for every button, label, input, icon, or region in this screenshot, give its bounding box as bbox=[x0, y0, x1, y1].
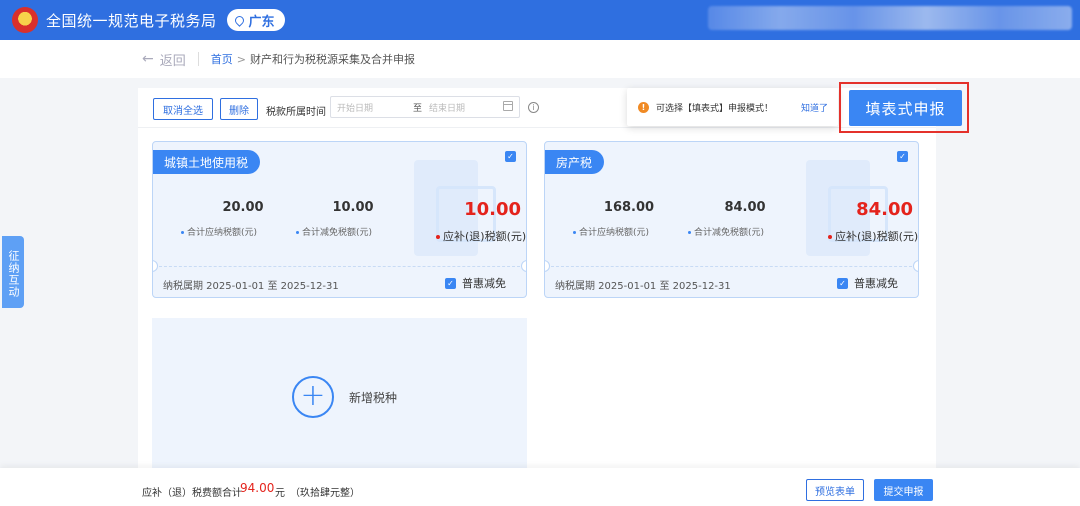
side-interaction-tab[interactable]: 征纳互动 bbox=[2, 236, 24, 308]
blurred-user-info bbox=[708, 6, 1072, 30]
breadcrumb-divider bbox=[197, 52, 199, 66]
relief-checkbox-label: 普惠减免 bbox=[854, 277, 898, 290]
relief-checkbox-label: 普惠减免 bbox=[462, 277, 506, 290]
relief-value: 84.00 bbox=[724, 200, 766, 215]
info-icon[interactable]: i bbox=[528, 102, 539, 113]
footer-bar: 应补（退）税费额合计 94.00 元 （玖拾肆元整） 预览表单 提交申报 bbox=[0, 468, 1080, 506]
site-title: 全国统一规范电子税务局 bbox=[46, 11, 217, 30]
region-selector[interactable]: 广东 bbox=[226, 9, 285, 31]
tax-name-tag: 城镇土地使用税 bbox=[153, 150, 261, 174]
tooltip-ok-link[interactable]: 知道了 bbox=[801, 101, 828, 114]
tax-name-tag: 房产税 bbox=[545, 150, 605, 174]
card-divider bbox=[159, 266, 520, 267]
breadcrumb-bar: ← 返回 首页 > 财产和行为税税源采集及合并申报 bbox=[0, 40, 1080, 78]
mode-tooltip: ! 可选择【填表式】申报模式！ 知道了 bbox=[627, 88, 838, 126]
back-button[interactable]: ← 返回 bbox=[142, 50, 186, 69]
tax-period: 纳税属期 2025-01-01 至 2025-12-31 bbox=[555, 281, 731, 292]
payable-label: 合计应纳税额(元) bbox=[181, 225, 257, 238]
net-amount: 10.00 bbox=[464, 199, 521, 220]
relief-checkbox[interactable]: ✓ 普惠减免 bbox=[837, 275, 898, 291]
back-label: 返回 bbox=[159, 53, 186, 69]
payable-value: 168.00 bbox=[603, 200, 655, 215]
checkbox-checked-icon: ✓ bbox=[837, 277, 848, 289]
submit-declaration-button[interactable]: 提交申报 bbox=[874, 479, 933, 501]
calendar-icon bbox=[503, 101, 513, 111]
relief-checkbox[interactable]: ✓ 普惠减免 bbox=[445, 275, 506, 291]
total-label: 应补（退）税费额合计 bbox=[142, 488, 242, 499]
card-notch bbox=[913, 260, 918, 272]
total-unit: 元 bbox=[275, 488, 285, 499]
delete-button[interactable]: 删除 bbox=[220, 98, 258, 120]
tax-emblem-logo bbox=[12, 7, 38, 33]
payable-value: 20.00 bbox=[222, 200, 264, 215]
card-notch bbox=[521, 260, 526, 272]
exclamation-icon: ! bbox=[638, 101, 649, 113]
card-notch bbox=[545, 260, 550, 272]
breadcrumb-separator: > bbox=[236, 52, 246, 66]
relief-label: 合计减免税额(元) bbox=[688, 225, 764, 238]
relief-label: 合计减免税额(元) bbox=[296, 225, 372, 238]
tooltip-text: 可选择【填表式】申报模式！ bbox=[656, 103, 774, 114]
tax-period: 纳税属期 2025-01-01 至 2025-12-31 bbox=[163, 281, 339, 292]
form-declaration-button[interactable]: 填表式申报 bbox=[849, 90, 962, 126]
breadcrumb-home-link[interactable]: 首页 bbox=[211, 51, 233, 67]
relief-value: 10.00 bbox=[332, 200, 374, 215]
deselect-all-button[interactable]: 取消全选 bbox=[153, 98, 213, 120]
back-arrow-icon: ← bbox=[142, 51, 154, 67]
region-label: 广东 bbox=[248, 14, 275, 30]
breadcrumb-current: 财产和行为税税源采集及合并申报 bbox=[249, 53, 415, 66]
card-divider bbox=[551, 266, 912, 267]
plus-icon[interactable]: + bbox=[292, 376, 334, 418]
card-notch bbox=[153, 260, 158, 272]
net-label: 应补(退)税额(元) bbox=[828, 228, 918, 244]
end-date-field[interactable]: 结束日期 bbox=[429, 101, 465, 114]
tax-card: 城镇土地使用税 ✓ 20.00 合计应纳税额(元) 10.00 合计减免税额(元… bbox=[152, 141, 527, 298]
period-label: 税款所属时间 bbox=[266, 107, 326, 118]
location-pin-icon bbox=[232, 13, 246, 27]
add-tax-card[interactable]: + 新增税种 bbox=[152, 318, 527, 468]
net-label: 应补(退)税额(元) bbox=[436, 228, 526, 244]
total-amount-words: （玖拾肆元整） bbox=[290, 488, 360, 499]
net-amount: 84.00 bbox=[856, 199, 913, 220]
card-checkbox[interactable]: ✓ bbox=[505, 151, 516, 162]
start-date-field[interactable]: 开始日期 bbox=[337, 101, 373, 114]
date-range-picker[interactable]: 开始日期 至 结束日期 bbox=[330, 96, 520, 118]
payable-label: 合计应纳税额(元) bbox=[573, 225, 649, 238]
card-checkbox[interactable]: ✓ bbox=[897, 151, 908, 162]
total-amount: 94.00 bbox=[240, 481, 275, 495]
preview-form-button[interactable]: 预览表单 bbox=[806, 479, 864, 501]
tax-card: 房产税 ✓ 168.00 合计应纳税额(元) 84.00 合计减免税额(元) 8… bbox=[544, 141, 919, 298]
top-header: 全国统一规范电子税务局 广东 bbox=[0, 0, 1080, 40]
add-tax-label: 新增税种 bbox=[349, 391, 398, 405]
checkbox-checked-icon: ✓ bbox=[445, 277, 456, 289]
range-separator: 至 bbox=[413, 104, 423, 114]
